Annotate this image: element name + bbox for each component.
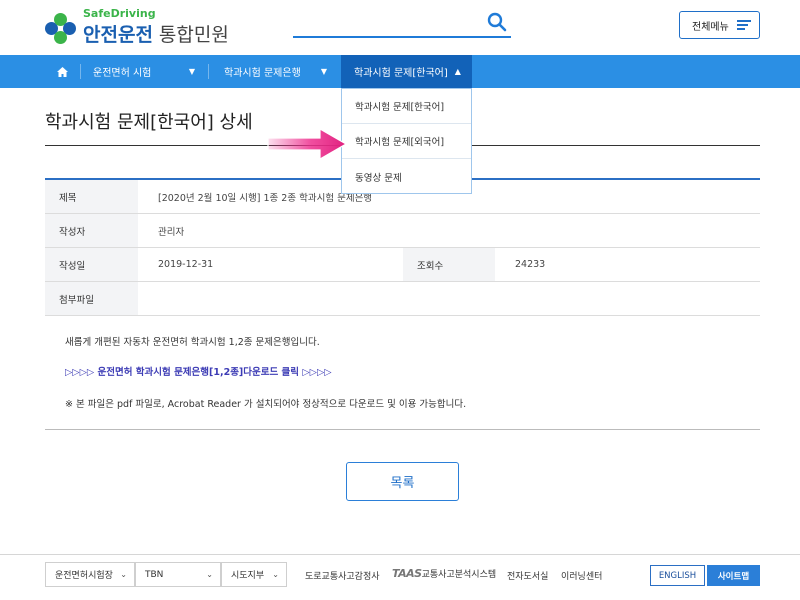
chevron-down-icon: ⌄ — [120, 570, 127, 579]
english-button[interactable]: ENGLISH — [650, 565, 705, 586]
tbn-select[interactable]: TBN ⌄ — [135, 562, 221, 587]
all-menu-label: 전체메뉴 — [692, 21, 729, 33]
caret-up-icon: ▲ — [454, 67, 461, 76]
home-button[interactable] — [45, 55, 80, 88]
table-row: 작성자 관리자 — [45, 214, 760, 248]
exam-center-select[interactable]: 운전면허시험장 ⌄ — [45, 562, 135, 587]
all-menu-button[interactable]: 전체메뉴 — [679, 11, 760, 39]
logo-english-text: SafeDriving — [83, 7, 156, 20]
search-icon[interactable] — [487, 12, 507, 32]
nav-item-korean-questions[interactable]: 학과시험 문제[한국어] ▲ — [341, 55, 472, 88]
footer-link-e-library[interactable]: 전자도서실 — [507, 569, 548, 582]
page-title: 학과시험 문제[한국어] 상세 — [45, 112, 253, 133]
table-row: 작성일 2019-12-31 조회수 24233 — [45, 248, 760, 282]
menu-item-video[interactable]: 동영상 문제 — [342, 159, 471, 194]
caret-down-icon: ▼ — [188, 67, 195, 76]
home-icon — [57, 66, 68, 77]
post-info-table: 제목 [2020년 2월 10일 시행] 1종 2종 학과시험 문제은행 작성자… — [45, 178, 760, 316]
views-label: 조회수 — [403, 248, 495, 281]
menu-item-korean[interactable]: 학과시험 문제[한국어] — [342, 89, 471, 124]
hamburger-icon — [736, 20, 751, 30]
nav-item-question-bank[interactable]: 학과시험 문제은행 ▼ — [208, 55, 341, 88]
table-row: 첨부파일 — [45, 282, 760, 316]
taas-logo: TAAS — [392, 567, 422, 580]
nav-item-license-exam[interactable]: 운전면허 시험 ▼ — [80, 55, 208, 88]
list-button[interactable]: 목록 — [346, 462, 459, 501]
site-footer: 운전면허시험장 ⌄ TBN ⌄ 시도지부 ⌄ 도로교통사고감정사 TAAS교통사… — [0, 554, 800, 600]
branch-select[interactable]: 시도지부 ⌄ — [221, 562, 287, 587]
date-value: 2019-12-31 — [158, 259, 214, 270]
views-value: 24233 — [515, 259, 546, 270]
download-link[interactable]: ▷▷▷▷ 운전면허 학과시험 문제은행[1,2종]다운로드 클릭 ▷▷▷▷ — [65, 364, 332, 378]
attachment-label: 첨부파일 — [45, 282, 138, 315]
footer-link-elearning[interactable]: 이러닝센터 — [561, 569, 602, 582]
content-intro-text: 새롭게 개편된 자동차 운전면허 학과시험 1,2종 문제은행입니다. — [65, 337, 320, 348]
post-content: 새롭게 개편된 자동차 운전면허 학과시험 1,2종 문제은행입니다. ▷▷▷▷… — [45, 312, 760, 430]
menu-item-foreign[interactable]: 학과시험 문제[외국어] — [342, 124, 471, 159]
subject-label: 제목 — [45, 180, 138, 213]
chevron-down-icon: ⌄ — [206, 570, 213, 579]
chevron-down-icon: ⌄ — [272, 570, 279, 579]
subject-value: [2020년 2월 10일 시행] 1종 2종 학과시험 문제은행 — [158, 192, 373, 204]
search-input[interactable] — [293, 12, 511, 38]
nav-dropdown-menu: 학과시험 문제[한국어] 학과시험 문제[외국어] 동영상 문제 — [341, 88, 472, 194]
logo-main-text: 안전운전 — [83, 24, 153, 46]
logo-sub-text: 통합민원 — [158, 24, 229, 46]
footer-link-accident-appraiser[interactable]: 도로교통사고감정사 — [305, 569, 380, 582]
breadcrumb-nav: 운전면허 시험 ▼ 학과시험 문제은행 ▼ 학과시험 문제[한국어] ▲ — [0, 55, 800, 88]
author-label: 작성자 — [45, 214, 138, 247]
logo-mark-icon — [45, 12, 77, 45]
attachment-value[interactable] — [138, 282, 158, 315]
author-value: 관리자 — [158, 226, 185, 238]
footer-link-taas[interactable]: TAAS교통사고분석시스템 — [392, 567, 496, 580]
caret-down-icon: ▼ — [320, 67, 327, 76]
sitemap-button[interactable]: 사이트맵 — [707, 565, 760, 586]
site-logo[interactable]: SafeDriving 안전운전 통합민원 — [45, 7, 229, 47]
pink-arrow-icon — [267, 127, 348, 161]
date-label: 작성일 — [45, 248, 138, 281]
site-header: SafeDriving 안전운전 통합민원 전체메뉴 — [0, 0, 800, 55]
content-note-text: ※ 본 파일은 pdf 파일로, Acrobat Reader 가 설치되어야 … — [65, 399, 467, 410]
